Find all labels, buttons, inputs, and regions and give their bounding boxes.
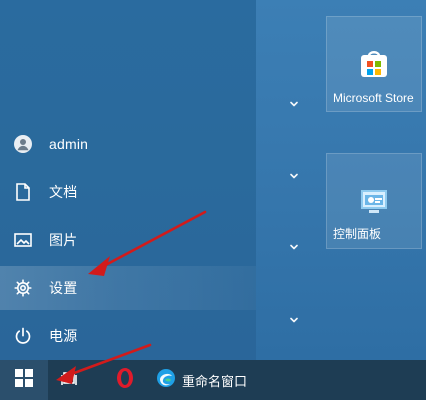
tile-label: 控制面板 [333,227,382,241]
edge-window-button[interactable]: 重命名窗口 [156,360,266,400]
tile-microsoft-store[interactable]: Microsoft Store [326,16,422,112]
desktop-screen: admin 文档 图片 设置 电源 Microsoft Store 控制面板 重… [0,0,426,400]
user-icon [13,134,33,154]
power-icon [13,326,33,346]
chevron-down-icon[interactable] [289,315,299,325]
windows-logo-icon [14,368,34,393]
tile-label: Microsoft Store [333,91,414,105]
task-view-icon [60,369,78,392]
start-item-settings[interactable]: 设置 [0,266,256,310]
start-item-pictures[interactable]: 图片 [0,218,256,262]
start-item-power[interactable]: 电源 [0,314,256,358]
task-view-button[interactable] [54,360,84,400]
store-icon [359,49,389,84]
start-tiles-area: Microsoft Store 控制面板 [256,0,426,360]
start-menu-rail: admin 文档 图片 设置 电源 [0,0,256,360]
gear-icon [13,278,33,298]
start-item-label: admin [49,136,89,152]
tile-control-panel[interactable]: 控制面板 [326,153,422,249]
control-panel-icon [359,186,389,221]
start-item-label: 设置 [49,280,78,296]
taskbar: 重命名窗口 [0,360,426,400]
opera-button[interactable] [110,360,140,400]
edge-icon [156,368,176,393]
chevron-down-icon[interactable] [289,99,299,109]
chevron-down-icon[interactable] [289,242,299,252]
start-button[interactable] [0,360,48,400]
start-item-label: 电源 [49,328,78,344]
chevron-down-icon[interactable] [289,171,299,181]
document-icon [13,182,33,202]
start-item-label: 图片 [49,232,78,248]
start-item-user[interactable]: admin [0,122,256,166]
picture-icon [13,230,33,250]
opera-icon [114,367,136,394]
start-item-label: 文档 [49,184,78,200]
start-item-documents[interactable]: 文档 [0,170,256,214]
taskbar-window-title: 重命名窗口 [182,373,248,389]
